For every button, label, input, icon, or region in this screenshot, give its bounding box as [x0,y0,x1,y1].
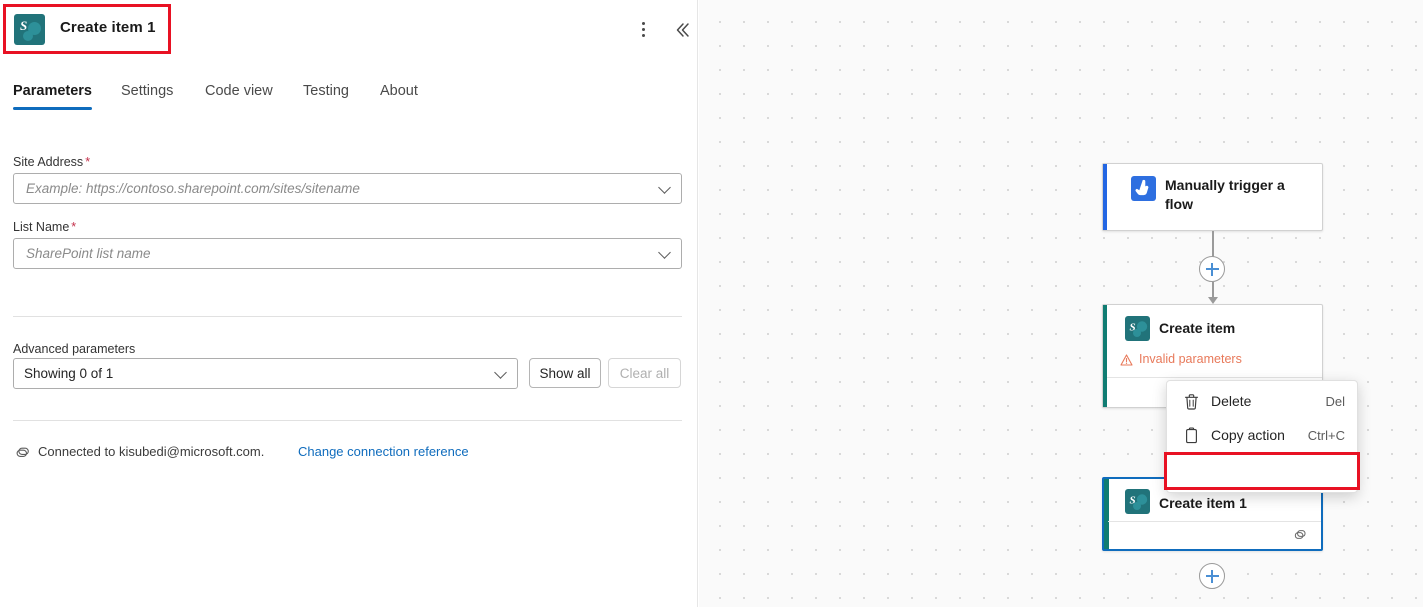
tab-settings-label: Settings [121,83,173,99]
trash-icon [1183,393,1200,411]
tap-hand-icon [1131,176,1156,201]
advanced-parameters-label: Advanced parameters [13,342,135,356]
menu-item-pin-action[interactable]: Pin action [1167,454,1357,488]
warning-triangle-icon [1120,354,1133,366]
advanced-parameters-dropdown[interactable]: Showing 0 of 1 [13,358,518,389]
tab-about-label: About [380,83,418,99]
panel-header: S Create item 1 [0,0,698,58]
sharepoint-icon: S [1125,316,1150,341]
panel-title: Create item 1 [60,19,156,36]
node-accent-bar [1103,305,1107,407]
node-accent-bar [1104,479,1109,549]
node-footer-divider [1108,521,1321,522]
list-name-input[interactable]: SharePoint list name [13,238,682,269]
section-divider [13,316,682,317]
list-name-placeholder: SharePoint list name [26,246,151,261]
flow-canvas[interactable]: Manually trigger a flow S Create item [699,0,1423,607]
site-address-label: Site Address* [13,155,90,169]
link-chain-icon [1292,528,1309,547]
node-manually-trigger-a-flow[interactable]: Manually trigger a flow [1102,163,1323,231]
node-accent-bar [1103,164,1107,230]
menu-item-delete-shortcut: Del [1325,394,1345,409]
panel-tabs: Parameters Settings Code view Testing Ab… [0,83,698,120]
connection-divider [13,420,682,421]
show-all-button[interactable]: Show all [529,358,601,388]
connection-status-text: Connected to kisubedi@microsoft.com. [38,444,264,459]
active-tab-underline [13,107,92,110]
sharepoint-icon: S [14,14,45,45]
node-footer-divider [1107,377,1322,378]
sharepoint-icon: S [1125,489,1150,514]
tab-parameters[interactable]: Parameters [13,83,92,99]
menu-item-delete-label: Delete [1211,393,1251,409]
connector-arrow [1208,297,1218,304]
menu-item-delete[interactable]: Delete Del [1167,385,1357,419]
add-step-button-bottom[interactable] [1199,563,1225,589]
menu-item-copy-action-label: Copy action [1211,427,1285,443]
tab-settings[interactable]: Settings [121,83,173,99]
link-icon [14,446,31,460]
node-title: Create item 1 [1159,494,1247,513]
tab-code-view[interactable]: Code view [205,83,273,99]
tab-about[interactable]: About [380,83,418,99]
svg-text:S: S [1130,322,1136,334]
tab-code-view-label: Code view [205,83,273,99]
site-address-input[interactable]: Example: https://contoso.sharepoint.com/… [13,173,682,204]
node-title: Create item [1159,319,1235,338]
tab-testing-label: Testing [303,83,349,99]
menu-item-copy-action[interactable]: Copy action Ctrl+C [1167,419,1357,453]
clear-all-button: Clear all [608,358,681,388]
tab-parameters-label: Parameters [13,83,92,99]
menu-item-copy-action-shortcut: Ctrl+C [1308,428,1345,443]
clipboard-icon [1183,427,1200,445]
chevron-down-icon[interactable] [659,248,671,260]
pin-icon [1183,462,1200,480]
change-connection-reference-link[interactable]: Change connection reference [298,444,469,459]
svg-text:S: S [1130,495,1136,507]
site-address-placeholder: Example: https://contoso.sharepoint.com/… [26,181,360,196]
flow-designer-screen: S Create item 1 Parameters Settings [0,0,1423,607]
add-step-button-top[interactable] [1199,256,1225,282]
menu-item-pin-action-label: Pin action [1211,462,1272,478]
action-details-panel: S Create item 1 Parameters Settings [0,0,698,607]
advanced-parameters-value: Showing 0 of 1 [24,366,113,381]
node-warning-text: Invalid parameters [1139,352,1242,366]
chevron-down-icon[interactable] [659,183,671,195]
node-title: Manually trigger a flow [1165,176,1305,214]
chevron-down-icon[interactable] [495,368,507,380]
action-context-menu[interactable]: Delete Del Copy action Ctrl+C [1166,380,1358,493]
double-chevron-left-icon[interactable] [668,17,694,43]
list-name-label: List Name* [13,220,76,234]
more-vertical-icon[interactable] [631,17,657,43]
tab-testing[interactable]: Testing [303,83,349,99]
